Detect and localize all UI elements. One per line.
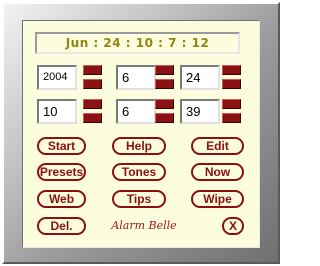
second-up-button[interactable] <box>222 99 241 109</box>
year-field[interactable]: 2004 <box>37 65 77 90</box>
start-button[interactable]: Start <box>37 137 86 155</box>
web-button[interactable]: Web <box>37 190 86 208</box>
now-button[interactable]: Now <box>191 163 244 181</box>
day-up-button[interactable] <box>222 65 241 75</box>
day-down-button[interactable] <box>222 79 241 89</box>
help-button[interactable]: Help <box>112 137 166 155</box>
month-up-button[interactable] <box>155 65 174 75</box>
hour-down-button[interactable] <box>83 113 102 123</box>
tones-button[interactable]: Tones <box>112 163 166 181</box>
presets-button[interactable]: Presets <box>37 163 86 181</box>
hour-up-button[interactable] <box>83 99 102 109</box>
minute-field[interactable]: 6 <box>116 99 156 124</box>
year-down-button[interactable] <box>83 79 102 89</box>
minute-up-button[interactable] <box>155 99 174 109</box>
delete-button[interactable]: Del. <box>37 217 86 235</box>
edit-button[interactable]: Edit <box>191 137 244 155</box>
month-down-button[interactable] <box>155 79 174 89</box>
hour-field[interactable]: 10 <box>37 99 77 124</box>
minute-down-button[interactable] <box>155 113 174 123</box>
main-panel: Jun : 24 : 10 : 7 : 12 2004 6 24 10 6 39… <box>22 20 260 248</box>
second-down-button[interactable] <box>222 113 241 123</box>
tips-button[interactable]: Tips <box>112 190 166 208</box>
second-field[interactable]: 39 <box>180 99 220 124</box>
window-frame: Jun : 24 : 10 : 7 : 12 2004 6 24 10 6 39… <box>2 2 280 264</box>
close-button[interactable]: X <box>222 217 244 235</box>
app-brand-label: Alarm Belle <box>111 219 177 232</box>
year-up-button[interactable] <box>83 65 102 75</box>
wipe-button[interactable]: Wipe <box>191 190 244 208</box>
month-field[interactable]: 6 <box>116 65 156 90</box>
day-field[interactable]: 24 <box>180 65 220 90</box>
date-time-display: Jun : 24 : 10 : 7 : 12 <box>35 32 240 54</box>
